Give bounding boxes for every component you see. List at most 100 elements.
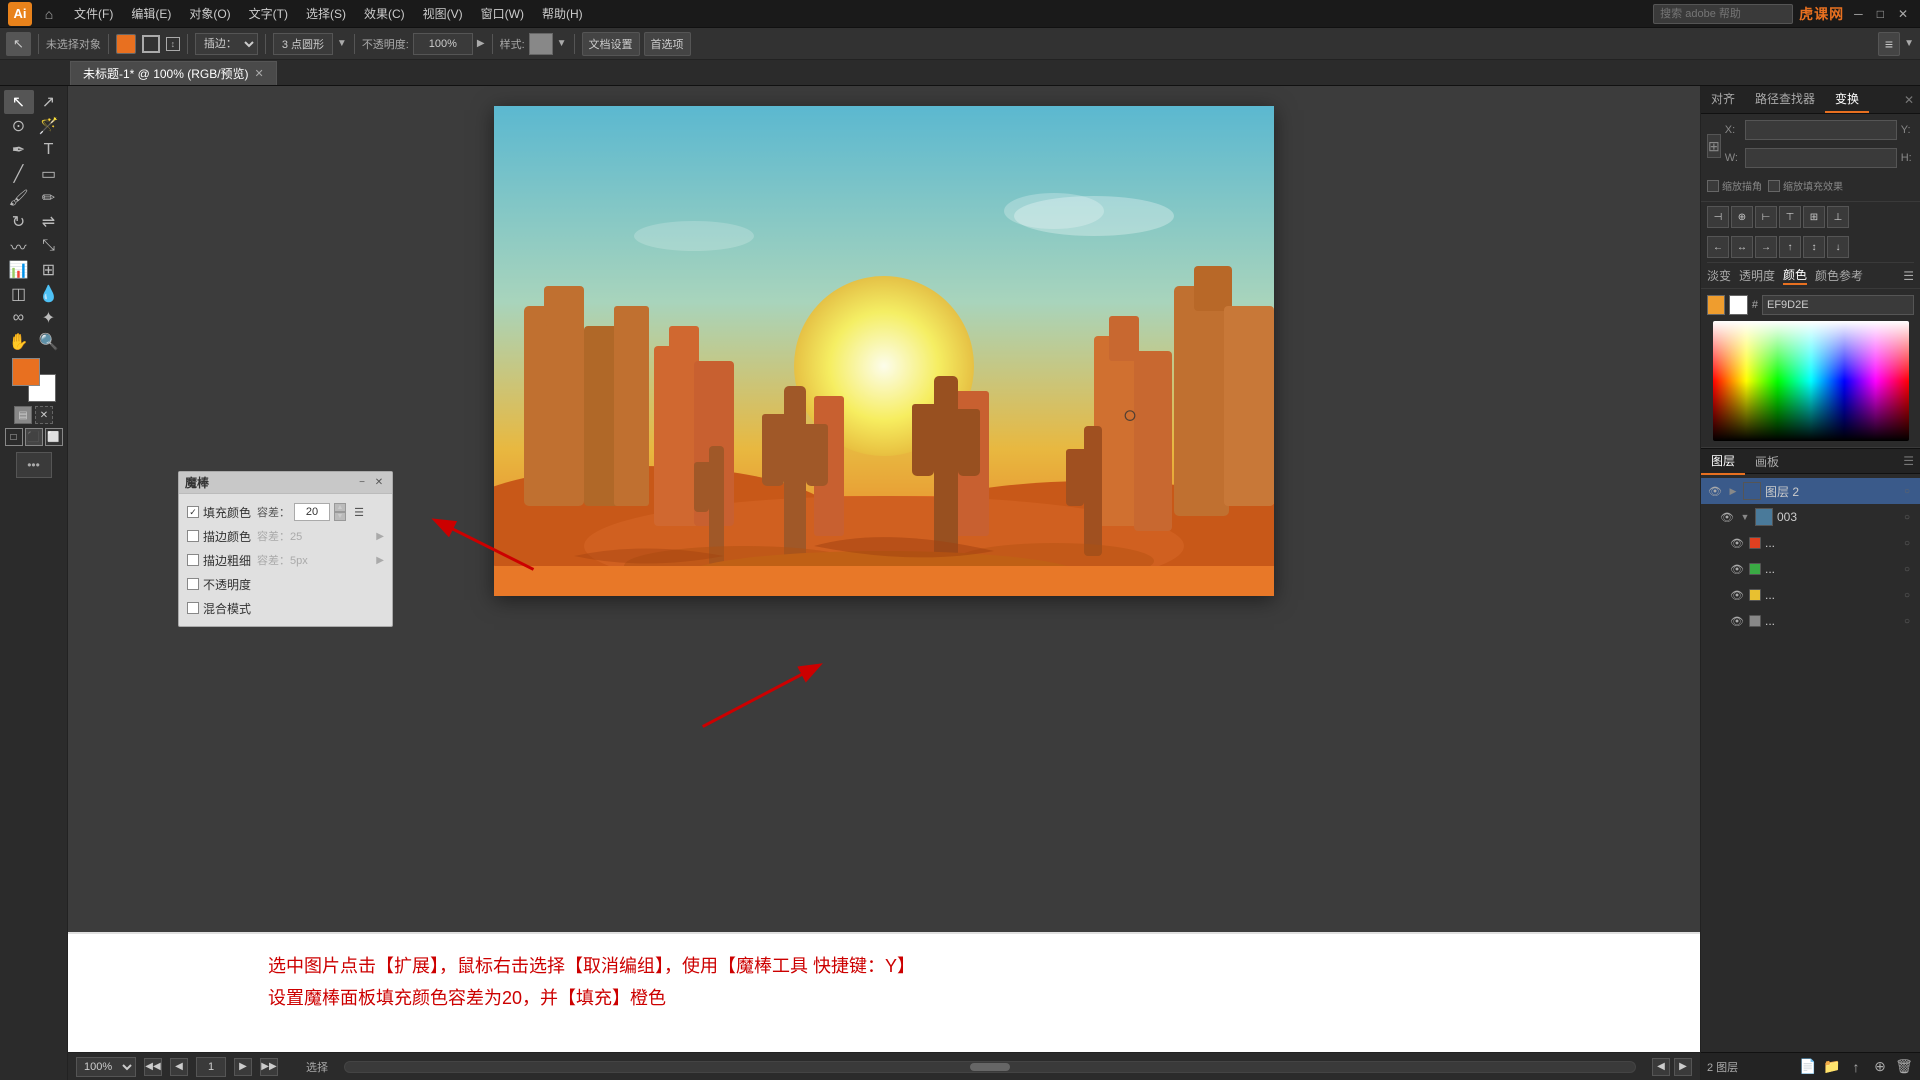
align-center-v-btn[interactable]: ⊞ bbox=[1803, 206, 1825, 228]
layers-tab[interactable]: 图层 bbox=[1701, 448, 1745, 475]
pen-tool[interactable]: ✒ bbox=[4, 138, 34, 162]
new-sublayer-btn[interactable]: 📁 bbox=[1822, 1057, 1842, 1077]
panel-close-btn[interactable]: ✕ bbox=[372, 476, 386, 490]
color-tab[interactable]: 颜色 bbox=[1783, 266, 1807, 285]
home-btn[interactable]: ⌂ bbox=[38, 3, 60, 25]
mask-mode-btn[interactable]: ⬛ bbox=[25, 428, 43, 446]
menu-effect[interactable]: 效果(C) bbox=[356, 3, 413, 24]
blend-mode-checkbox[interactable] bbox=[187, 602, 199, 614]
align-center-h-btn[interactable]: ⊕ bbox=[1731, 206, 1753, 228]
layeryellow-eye[interactable]: 👁 bbox=[1729, 587, 1745, 603]
eyedropper-tool[interactable]: 💧 bbox=[34, 282, 64, 306]
layer-row-yellow[interactable]: 👁 ... ○ bbox=[1701, 582, 1920, 608]
layer-row-2[interactable]: 👁 ▶ 图层 2 ○ bbox=[1701, 478, 1920, 504]
page-last-btn[interactable]: ▶▶ bbox=[260, 1058, 278, 1076]
page-prev-btn[interactable]: ◀ bbox=[170, 1058, 188, 1076]
layer-row-gray[interactable]: 👁 ... ○ bbox=[1701, 608, 1920, 634]
dist-h-left-btn[interactable]: ← bbox=[1707, 236, 1729, 258]
scale-stroke-checkbox[interactable] bbox=[1707, 180, 1719, 192]
transparency-tab[interactable]: 透明度 bbox=[1739, 267, 1775, 284]
direct-select-tool[interactable]: ↗ bbox=[34, 90, 64, 114]
tab-close-btn[interactable]: ✕ bbox=[255, 67, 264, 80]
opacity-input[interactable] bbox=[413, 33, 473, 55]
layer-row-red[interactable]: 👁 ... ○ bbox=[1701, 530, 1920, 556]
menu-view[interactable]: 视图(V) bbox=[415, 3, 471, 24]
text-tool[interactable]: T bbox=[34, 138, 64, 162]
window-minimize[interactable]: ─ bbox=[1850, 7, 1867, 21]
symbol-tool[interactable]: ✦ bbox=[34, 306, 64, 330]
shape-tool[interactable]: ▭ bbox=[34, 162, 64, 186]
align-right-btn[interactable]: ⊢ bbox=[1755, 206, 1777, 228]
mesh-tool[interactable]: ⊞ bbox=[34, 258, 64, 282]
scroll-right-btn[interactable]: ▶ bbox=[1674, 1058, 1692, 1076]
stroke-color-checkbox[interactable] bbox=[187, 530, 199, 542]
layer003-eye[interactable]: 👁 bbox=[1719, 509, 1735, 525]
align-bottom-btn[interactable]: ⊥ bbox=[1827, 206, 1849, 228]
dist-h-center-btn[interactable]: ↔ bbox=[1731, 236, 1753, 258]
transform-tab[interactable]: 变换 bbox=[1825, 86, 1869, 113]
page-input[interactable] bbox=[196, 1057, 226, 1077]
pencil-tool[interactable]: ✏ bbox=[34, 186, 64, 210]
collect-btn[interactable]: ⊕ bbox=[1870, 1057, 1890, 1077]
layergreen-lock[interactable]: ○ bbox=[1900, 562, 1914, 576]
magic-wand-tool[interactable]: 🪄 bbox=[34, 114, 64, 138]
tint-tab[interactable]: 淡变 bbox=[1707, 267, 1731, 284]
doc-settings-btn[interactable]: 文档设置 bbox=[582, 32, 640, 56]
scrollbar-thumb[interactable] bbox=[970, 1063, 1010, 1071]
warp-tool[interactable]: 〰 bbox=[4, 234, 34, 258]
preferences-btn[interactable]: 首选项 bbox=[644, 32, 691, 56]
panel-menu-btn[interactable]: ☰ bbox=[350, 503, 368, 521]
layer-row-003[interactable]: 👁 ▼ 003 ○ bbox=[1701, 504, 1920, 530]
pathfinder-tab[interactable]: 路径查找器 bbox=[1745, 86, 1825, 113]
selection-tool-btn[interactable]: ↖ bbox=[6, 32, 31, 56]
search-input[interactable] bbox=[1653, 4, 1793, 24]
fg-color-swatch[interactable] bbox=[1707, 295, 1725, 315]
dist-v-center-btn[interactable]: ↕ bbox=[1803, 236, 1825, 258]
arrange-arrow[interactable]: ▼ bbox=[1904, 38, 1914, 49]
tolerance-stepper[interactable]: ▲ ▼ bbox=[334, 503, 346, 521]
layerred-eye[interactable]: 👁 bbox=[1729, 535, 1745, 551]
gradient-tool[interactable]: ◫ bbox=[4, 282, 34, 306]
foreground-color-swatch[interactable] bbox=[12, 358, 40, 386]
more-tools-btn[interactable]: ••• bbox=[16, 452, 52, 478]
page-first-btn[interactable]: ◀◀ bbox=[144, 1058, 162, 1076]
stepper-up[interactable]: ▲ bbox=[334, 503, 346, 512]
scale-effect-checkbox[interactable] bbox=[1768, 180, 1780, 192]
arrange-btn[interactable]: ≡ bbox=[1878, 32, 1900, 56]
none-swatch[interactable]: ✕ bbox=[35, 406, 53, 424]
fill-color-swatch[interactable] bbox=[116, 34, 136, 54]
dist-h-right-btn[interactable]: → bbox=[1755, 236, 1777, 258]
opacity-checkbox[interactable] bbox=[187, 578, 199, 590]
opacity-arrow[interactable]: ▶ bbox=[477, 38, 485, 49]
menu-edit[interactable]: 编辑(E) bbox=[123, 3, 179, 24]
point-style-arrow[interactable]: ▼ bbox=[337, 38, 347, 49]
dist-v-top-btn[interactable]: ↑ bbox=[1779, 236, 1801, 258]
layer2-lock[interactable]: ○ bbox=[1900, 484, 1914, 498]
color-wheel-canvas[interactable] bbox=[1713, 321, 1909, 441]
layer2-expander[interactable]: ▶ bbox=[1727, 485, 1739, 497]
rotate-tool[interactable]: ↻ bbox=[4, 210, 34, 234]
free-transform-tool[interactable]: ⤡ bbox=[34, 234, 64, 258]
zoom-tool[interactable]: 🔍 bbox=[34, 330, 64, 354]
graph-tool[interactable]: 📊 bbox=[4, 258, 34, 282]
hand-tool[interactable]: ✋ bbox=[4, 330, 34, 354]
color-wheel[interactable] bbox=[1713, 321, 1909, 441]
menu-type[interactable]: 文字(T) bbox=[241, 3, 296, 24]
document-tab[interactable]: 未标题-1* @ 100% (RGB/预览) ✕ bbox=[70, 61, 277, 85]
menu-object[interactable]: 对象(O) bbox=[181, 3, 238, 24]
tolerance-input[interactable] bbox=[294, 503, 330, 521]
stroke-color-swatch[interactable] bbox=[142, 35, 160, 53]
style-preview[interactable] bbox=[529, 33, 553, 55]
color-menu-btn[interactable]: ☰ bbox=[1903, 269, 1914, 283]
gradient-swatch[interactable]: ▤ bbox=[14, 406, 32, 424]
fill-color-checkbox[interactable] bbox=[187, 506, 199, 518]
menu-window[interactable]: 窗口(W) bbox=[473, 3, 532, 24]
artwork-canvas[interactable] bbox=[494, 106, 1274, 596]
color-ref-tab[interactable]: 颜色参考 bbox=[1815, 267, 1863, 284]
dist-v-bottom-btn[interactable]: ↓ bbox=[1827, 236, 1849, 258]
layer-row-green[interactable]: 👁 ... ○ bbox=[1701, 556, 1920, 582]
stroke-width-checkbox[interactable] bbox=[187, 554, 199, 566]
w-input[interactable] bbox=[1745, 148, 1897, 168]
panel-pin-btn[interactable]: − bbox=[355, 476, 369, 490]
select-tool[interactable]: ↖ bbox=[4, 90, 34, 114]
